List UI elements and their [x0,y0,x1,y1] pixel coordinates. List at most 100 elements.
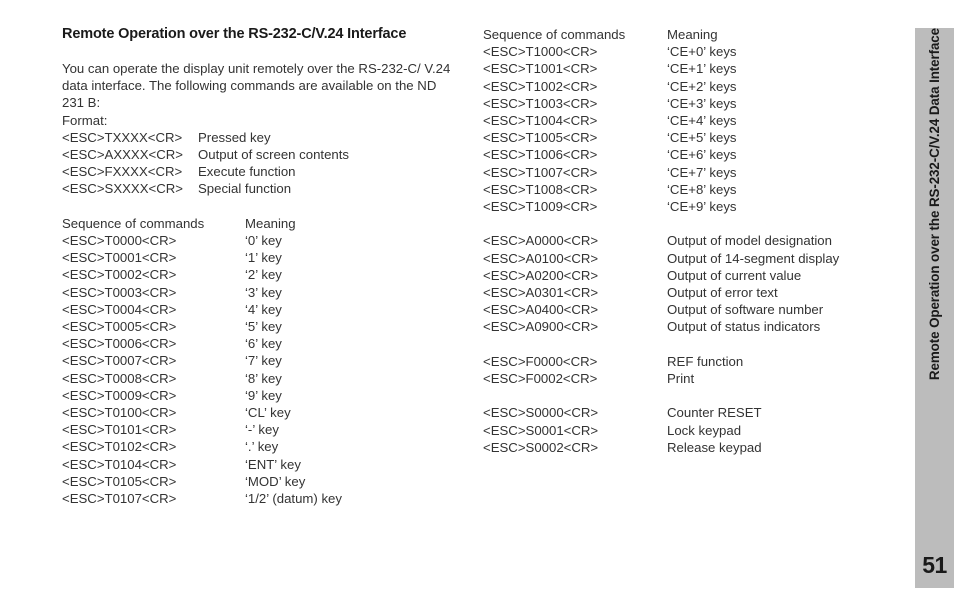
table-row: <ESC>T0001<CR> ‘1’ key [62,249,462,266]
table-header-row: Sequence of commands Meaning [62,215,462,232]
meaning-text: ‘CE+4’ keys [667,113,737,129]
command-text: <ESC>T0007<CR> [62,353,177,369]
command-text: <ESC>T0009<CR> [62,387,177,403]
meaning-text: ‘CE+0’ keys [667,44,737,60]
command-text: <ESC>A0900<CR> [483,319,599,335]
meaning-text: ‘3’ key [245,284,282,300]
command-text: <ESC>SXXXX<CR> [62,181,183,197]
command-text: <ESC>T1000<CR> [483,44,598,60]
column-header-command: Sequence of commands [483,27,626,42]
command-text: <ESC>T1008<CR> [483,181,598,197]
command-text: <ESC>AXXXX<CR> [62,147,183,163]
command-text: <ESC>T0107<CR> [62,491,177,507]
command-text: <ESC>TXXXX<CR> [62,129,183,145]
command-text: <ESC>T0003<CR> [62,284,177,300]
command-text: <ESC>A0400<CR> [483,302,599,318]
table-row: <ESC>A0900<CR> Output of status indicato… [483,318,903,335]
meaning-text: Release keypad [667,439,762,455]
table-row: <ESC>A0301<CR> Output of error text [483,284,903,301]
command-text: <ESC>F0002<CR> [483,371,598,387]
table-row: <ESC>T1007<CR> ‘CE+7’ keys [483,164,903,181]
table-row: <ESC>A0100<CR> Output of 14-segment disp… [483,250,903,267]
meaning-text: ‘CE+7’ keys [667,164,737,180]
table-row: <ESC>S0002<CR> Release keypad [483,439,903,456]
page-title: Remote Operation over the RS-232-C/V.24 … [62,26,407,42]
column-header-meaning: Meaning [245,215,296,231]
meaning-text: Output of error text [667,285,778,301]
meaning-text: ‘6’ key [245,336,282,352]
table-row: <ESC>T0005<CR> ‘5’ key [62,318,462,335]
table-row: <ESC>T0101<CR> ‘-’ key [62,421,462,438]
command-row: <ESC>FXXXX<CR> Execute function [62,163,462,180]
meaning-text: ‘8’ key [245,370,282,386]
table-row: <ESC>T1008<CR> ‘CE+8’ keys [483,181,903,198]
special-command-table: <ESC>S0000<CR> Counter RESET <ESC>S0001<… [483,404,903,456]
document-page: Remote Operation over the RS-232-C/V.24 … [0,0,954,615]
table-row: <ESC>S0001<CR> Lock keypad [483,422,903,439]
command-text: <ESC>T0006<CR> [62,336,177,352]
table-row: <ESC>F0000<CR> REF function [483,353,903,370]
table-row: <ESC>T1004<CR> ‘CE+4’ keys [483,112,903,129]
meaning-text: ‘5’ key [245,319,282,335]
command-text: <ESC>T0004<CR> [62,301,177,317]
command-text: <ESC>T0101<CR> [62,422,177,438]
table-row: <ESC>T0006<CR> ‘6’ key [62,335,462,352]
command-text: <ESC>T1003<CR> [483,95,598,111]
table-row: <ESC>T1003<CR> ‘CE+3’ keys [483,95,903,112]
meaning-text: ‘CE+6’ keys [667,147,737,163]
table-row: <ESC>T0004<CR> ‘4’ key [62,301,462,318]
meaning-text: Output of status indicators [667,319,821,335]
command-text: <ESC>T0001<CR> [62,250,177,266]
table-row: <ESC>T0100<CR> ‘CL’ key [62,404,462,421]
command-text: <ESC>T0000<CR> [62,233,177,249]
column-header-command: Sequence of commands [62,215,205,231]
left-column: Remote Operation over the RS-232-C/V.24 … [62,26,462,507]
intro-paragraph: You can operate the display unit remotel… [62,61,451,111]
command-text: <ESC>T1005<CR> [483,130,598,146]
table-row: <ESC>T0000<CR> ‘0’ key [62,232,462,249]
meaning-text: REF function [667,353,744,369]
table-row: <ESC>T1001<CR> ‘CE+1’ keys [483,60,903,77]
command-text: <ESC>T1006<CR> [483,147,598,163]
command-text: <ESC>S0002<CR> [483,439,599,455]
meaning-text: ‘2’ key [245,267,282,283]
right-key-command-table: Sequence of commands Meaning <ESC>T1000<… [483,26,903,215]
table-header-row: Sequence of commands Meaning [483,26,903,43]
meaning-text: ‘CE+3’ keys [667,95,737,111]
right-column: Sequence of commands Meaning <ESC>T1000<… [483,26,903,456]
meaning-text: Print [667,371,695,387]
table-row: <ESC>F0002<CR> Print [483,370,903,387]
command-text: <ESC>A0000<CR> [483,233,599,249]
left-command-table: Sequence of commands Meaning <ESC>T0000<… [62,215,462,507]
command-text: <ESC>S0000<CR> [483,405,599,421]
meaning-text: Lock keypad [667,422,742,438]
table-row: <ESC>T1000<CR> ‘CE+0’ keys [483,43,903,60]
command-row: <ESC>TXXXX<CR> Pressed key [62,129,462,146]
table-row: <ESC>S0000<CR> Counter RESET [483,404,903,421]
meaning-text: ‘4’ key [245,301,282,317]
command-text: <ESC>S0001<CR> [483,422,599,438]
meaning-text: ‘.’ key [245,439,279,455]
meaning-text: ‘CE+8’ keys [667,181,737,197]
meaning-text: ‘MOD’ key [245,473,306,489]
meaning-text: ‘1’ key [245,250,282,266]
meaning-text: Execute function [198,164,296,180]
meaning-text: ‘7’ key [245,353,282,369]
command-text: <ESC>A0200<CR> [483,267,599,283]
format-command-list: <ESC>TXXXX<CR> Pressed key <ESC>AXXXX<CR… [62,129,462,198]
meaning-text: ‘9’ key [245,387,282,403]
command-text: <ESC>T0008<CR> [62,370,177,386]
command-text: <ESC>T0102<CR> [62,439,177,455]
meaning-text: Pressed key [198,129,271,145]
meaning-text: Counter RESET [667,405,762,421]
chapter-side-tab [915,28,954,588]
command-text: <ESC>T1001<CR> [483,61,598,77]
table-row: <ESC>T1009<CR> ‘CE+9’ keys [483,198,903,215]
table-row: <ESC>T0008<CR> ‘8’ key [62,370,462,387]
meaning-text: ‘CE+2’ keys [667,78,737,94]
command-text: <ESC>F0000<CR> [483,353,598,369]
meaning-text: Output of model designation [667,233,832,249]
table-row: <ESC>T0003<CR> ‘3’ key [62,284,462,301]
